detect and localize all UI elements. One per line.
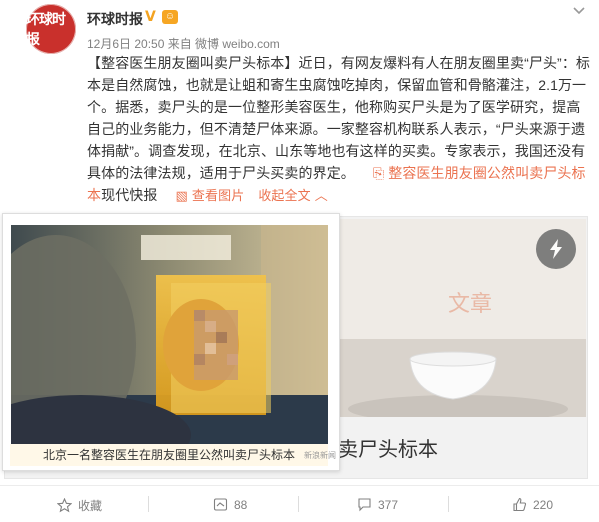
favorite-label: 收藏 bbox=[78, 499, 103, 513]
username[interactable]: 环球时报 bbox=[87, 9, 143, 29]
repost-count: 88 bbox=[234, 497, 248, 512]
source-name[interactable]: 现代快报 bbox=[101, 187, 157, 203]
card-watermark: 文章 bbox=[448, 292, 492, 317]
avatar[interactable]: 环球时报 bbox=[26, 4, 76, 54]
comment-count: 377 bbox=[378, 497, 399, 512]
image-icon: ▧ bbox=[175, 188, 188, 203]
thumbs-up-icon bbox=[513, 497, 527, 512]
preview-image[interactable] bbox=[11, 225, 328, 445]
link-icon: ⎘ bbox=[372, 165, 385, 181]
comment-icon bbox=[358, 498, 371, 512]
article-link[interactable]: 整容医生朋友圈公然叫卖尸头标 bbox=[388, 165, 585, 181]
action-separator bbox=[298, 496, 299, 512]
like-count: 220 bbox=[533, 497, 554, 512]
like-button[interactable]: 220 bbox=[512, 497, 553, 512]
action-separator bbox=[148, 496, 149, 512]
article-link-end[interactable]: 本 bbox=[87, 187, 101, 203]
collapse-link[interactable]: 收起全文 bbox=[258, 188, 310, 203]
repost-icon bbox=[213, 498, 228, 511]
popup-watermark: 新浪新闻 bbox=[304, 451, 336, 460]
comment-button[interactable]: 377 bbox=[357, 497, 398, 512]
post-line: 具体的法律法规，适用于尸头买卖的界定。 ⎘ 整容医生朋友圈公然叫卖尸头标 bbox=[87, 162, 597, 184]
action-divider bbox=[0, 485, 599, 486]
post-line: 本现代快报 ▧ 查看图片 收起全文 ︿ bbox=[87, 184, 597, 207]
post-line: 自己的业务能力，但不清楚尸体来源。一家整容机构联系人表示，“尸头来源于遗 bbox=[87, 121, 586, 137]
chevron-up-icon[interactable]: ︿ bbox=[315, 188, 328, 203]
post-line: 个。据悉，卖尸头的是一位整形美容医生，他称购买尸头是为了医学研究，提高 bbox=[87, 99, 581, 115]
post-line: 体捐献”。调查发现，在北京、山东等地也有这样的买卖。专家表示，我国还没有 bbox=[87, 143, 586, 159]
vip-icon: ☺ bbox=[162, 10, 178, 24]
post-line: 本是自然腐蚀，也就是让蛆和寄生虫腐蚀吃掉肉，保留血管和骨骼灌注，2.1万一 bbox=[87, 77, 587, 93]
card-title[interactable]: 卖尸头标本 bbox=[338, 433, 438, 462]
lightning-icon[interactable] bbox=[536, 229, 576, 269]
action-separator bbox=[448, 496, 449, 512]
post-line-text: 具体的法律法规，适用于尸头买卖的界定。 bbox=[87, 165, 355, 181]
chevron-down-icon[interactable] bbox=[573, 4, 585, 16]
post-meta: 12月6日 20:50 来自 微博 weibo.com bbox=[87, 37, 280, 51]
verified-v-icon: V bbox=[145, 9, 156, 25]
star-icon bbox=[57, 498, 72, 513]
image-caption: 北京一名整容医生在朋友圈里公然叫卖尸头标本 bbox=[42, 448, 295, 462]
post-text: 【整容医生朋友圈叫卖尸头标本】近日，有网友爆料有人在朋友圈里卖“尸头”：标 本是… bbox=[87, 52, 597, 207]
repost-button[interactable]: 88 bbox=[213, 497, 247, 512]
post-line: 【整容医生朋友圈叫卖尸头标本】近日，有网友爆料有人在朋友圈里卖“尸头”：标 bbox=[87, 55, 591, 71]
favorite-button[interactable]: 收藏 bbox=[57, 497, 102, 514]
view-image-link[interactable]: 查看图片 bbox=[192, 188, 244, 203]
